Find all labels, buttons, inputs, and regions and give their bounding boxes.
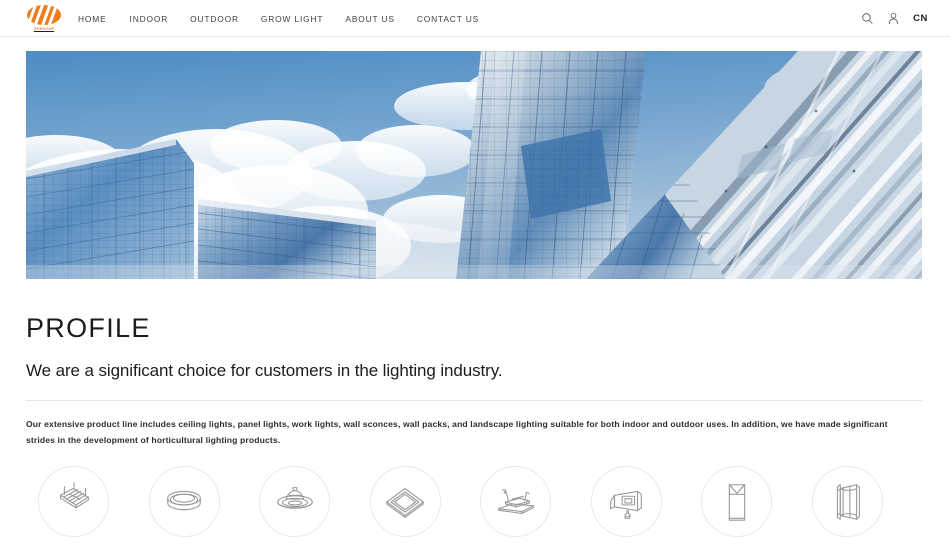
hero-banner — [26, 51, 922, 279]
bollard-light-icon — [728, 483, 745, 521]
main-navigation: HOME INDOOR OUTDOOR GROW LIGHT ABOUT US … — [78, 0, 495, 37]
account-button[interactable] — [887, 12, 900, 25]
product-circle[interactable] — [590, 466, 662, 537]
page-title: PROFILE — [26, 313, 151, 343]
ufo-high-bay-icon — [276, 486, 313, 509]
product-item[interactable] — [369, 466, 481, 537]
product-item[interactable] — [148, 466, 260, 537]
nav-contact-us[interactable]: CONTACT US — [417, 14, 495, 24]
product-circle[interactable] — [369, 466, 441, 537]
work-light-icon — [497, 488, 534, 514]
grow-light-bar-icon — [59, 481, 89, 508]
product-circle[interactable] — [148, 466, 220, 537]
site-header: SHENONE HOME INDOOR OUTDOOR GROW LIGHT A… — [0, 0, 950, 37]
nav-home[interactable]: HOME — [78, 14, 130, 24]
profile-paragraph: Our extensive product line includes ceil… — [26, 419, 888, 445]
nav-outdoor[interactable]: OUTDOOR — [190, 14, 261, 24]
round-ceiling-light-icon — [167, 490, 201, 510]
logo-mark-icon — [27, 5, 61, 26]
page-subtitle: We are a significant choice for customer… — [26, 361, 503, 380]
product-circle[interactable] — [811, 466, 883, 537]
search-icon — [862, 13, 873, 24]
panel-light-icon — [386, 487, 424, 518]
search-button[interactable] — [861, 12, 874, 25]
flood-light-icon — [610, 490, 642, 519]
user-account-icon — [888, 12, 899, 25]
language-switch[interactable]: CN — [913, 13, 928, 24]
nav-grow-light[interactable]: GROW LIGHT — [261, 14, 345, 24]
nav-indoor[interactable]: INDOOR — [130, 14, 191, 24]
product-item[interactable] — [259, 466, 370, 537]
site-logo[interactable]: SHENONE — [24, 3, 64, 33]
hero-image — [26, 51, 922, 279]
product-circle[interactable] — [259, 466, 330, 537]
product-circle[interactable] — [38, 466, 109, 537]
product-item[interactable] — [590, 466, 702, 537]
nav-about-us[interactable]: ABOUT US — [345, 14, 416, 24]
logo-wordmark: SHENONE — [33, 26, 55, 31]
product-category-row — [38, 466, 922, 537]
product-item[interactable] — [701, 466, 812, 537]
product-circle[interactable] — [701, 466, 772, 537]
wall-sconce-icon — [836, 483, 861, 520]
product-item[interactable] — [811, 466, 923, 537]
header-actions: CN — [861, 0, 928, 37]
product-circle[interactable] — [480, 466, 551, 537]
product-item[interactable] — [38, 466, 149, 537]
section-divider — [26, 400, 922, 401]
product-item[interactable] — [480, 466, 591, 537]
